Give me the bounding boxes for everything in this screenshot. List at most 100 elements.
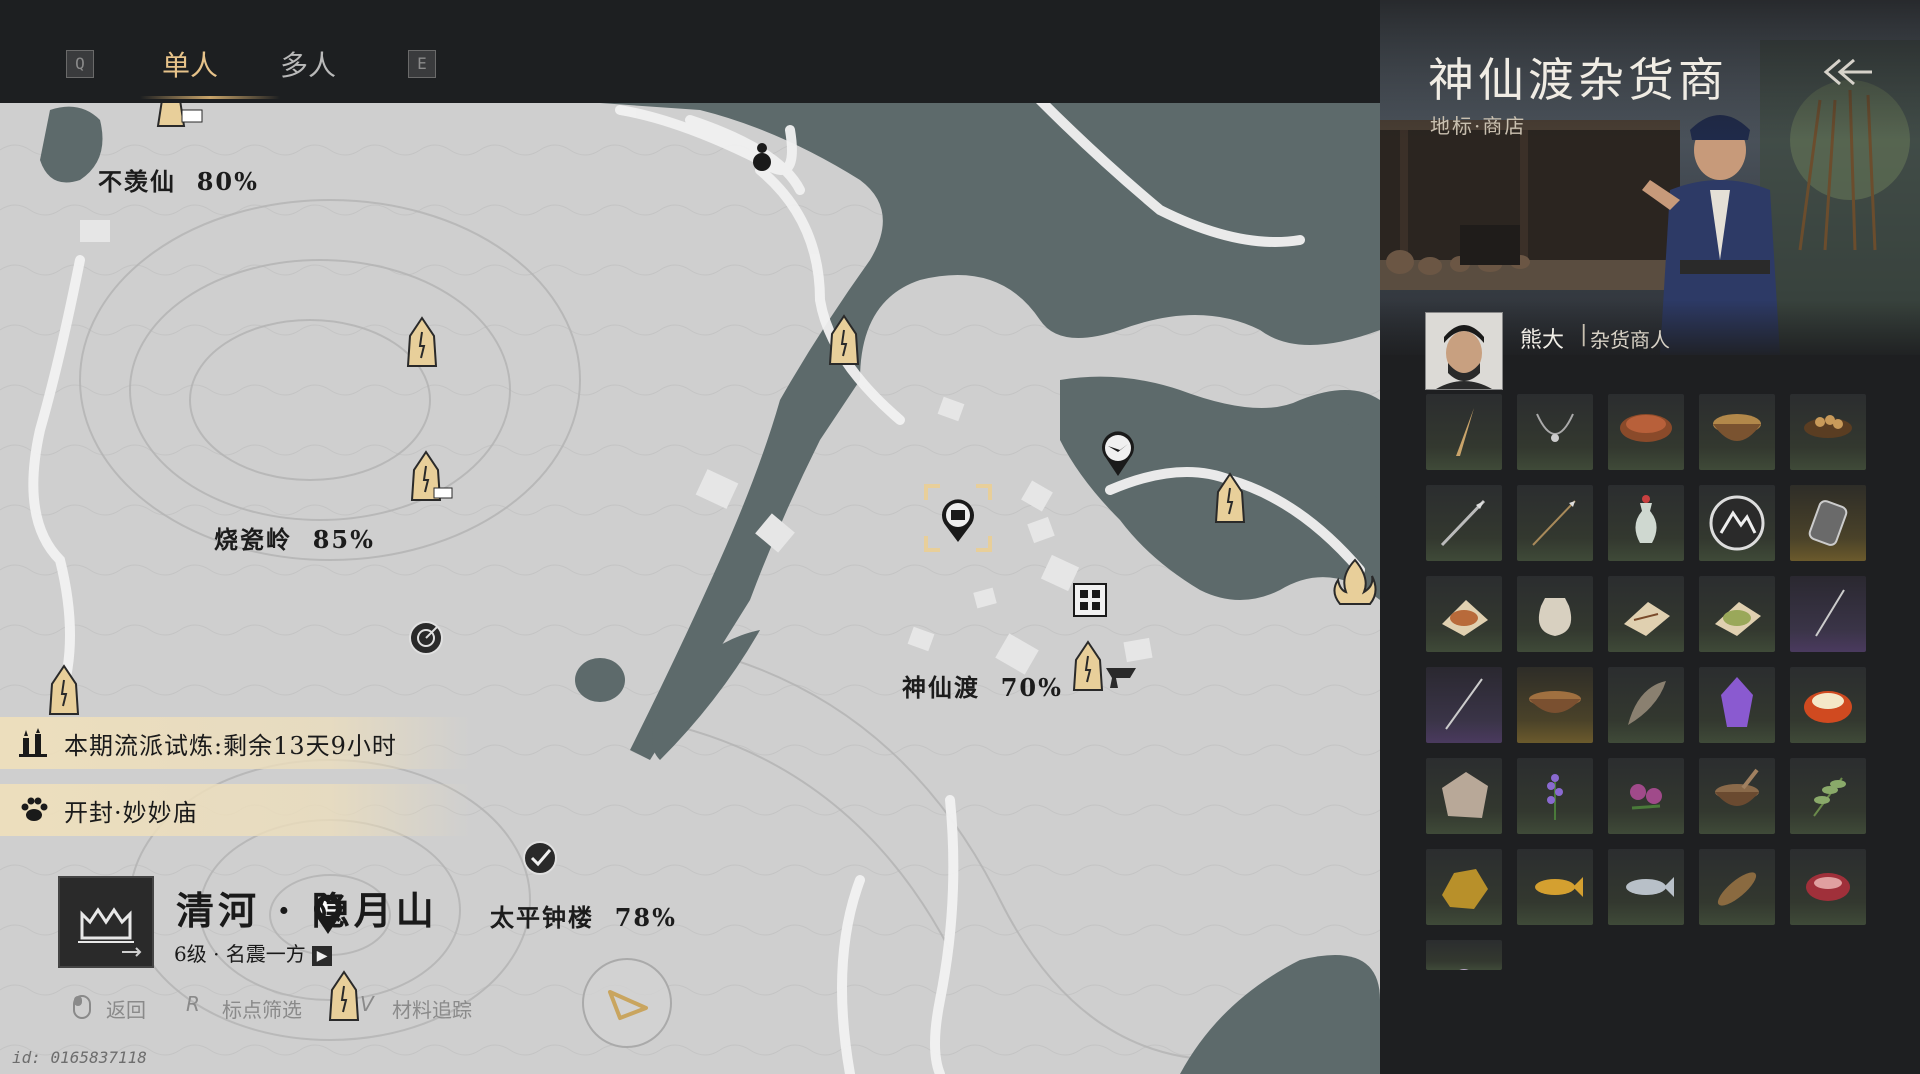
shop-item-slot[interactable] [1426, 849, 1502, 925]
carp-icon [1535, 877, 1583, 897]
candles-icon [18, 727, 50, 759]
shop-item-slot[interactable] [1608, 758, 1684, 834]
needle-icon [1815, 589, 1845, 637]
shop-item-slot[interactable] [1517, 667, 1593, 743]
shop-item-slot[interactable] [1608, 394, 1684, 470]
filter-hint[interactable]: 标点筛选 [222, 994, 302, 1023]
npc-role: 杂货商人 [1590, 328, 1670, 352]
spice-pile-icon [1442, 600, 1488, 636]
track-hint[interactable]: 材料追踪 [392, 994, 472, 1023]
wooden-bowl-icon [1529, 691, 1581, 713]
shop-item-slot[interactable] [1426, 485, 1502, 561]
navigation-arrow-icon [608, 990, 648, 1020]
mountain-token-icon [1709, 495, 1765, 551]
shop-item-slot[interactable] [1699, 667, 1775, 743]
stele-marker[interactable] [404, 450, 456, 506]
npc-name: 熊大 [1520, 328, 1565, 353]
meat-dish-icon [1620, 414, 1672, 442]
location-label-shaociling: 烧瓷岭 85% [214, 525, 375, 554]
shop-item-slot[interactable] [1517, 394, 1593, 470]
shop-item-slot[interactable] [1699, 576, 1775, 652]
shop-title: 神仙渡杂货商 [1428, 53, 1728, 107]
shop-item-slot[interactable] [1608, 485, 1684, 561]
raw-meat-icon [1806, 873, 1850, 901]
collapse-panel-icon[interactable] [1818, 52, 1874, 92]
chevron-right-icon[interactable]: ▶ [312, 945, 333, 966]
shop-item-slot[interactable] [1426, 758, 1502, 834]
target-marker[interactable] [406, 618, 446, 658]
shop-item-slot[interactable] [1790, 667, 1866, 743]
shop-subtitle: 地标·商店 [1430, 114, 1527, 138]
shop-item-slot[interactable] [1790, 394, 1866, 470]
herb-sprig-icon [1813, 777, 1846, 817]
shop-item-slot[interactable] [1426, 394, 1502, 470]
location-label-buxianxian: 不羡仙 80% [98, 167, 259, 196]
long-needle-icon [1445, 678, 1483, 730]
shop-item-slot[interactable] [1426, 940, 1502, 970]
gourd-marker[interactable] [748, 136, 776, 176]
shop-item-slot[interactable] [1517, 849, 1593, 925]
npc-avatar [1425, 312, 1503, 390]
next-tab-key[interactable]: E [408, 50, 436, 78]
campfire-marker[interactable] [1330, 556, 1380, 612]
stele-marker[interactable] [42, 664, 86, 720]
shop-item-slot[interactable] [1699, 394, 1775, 470]
paw-icon [18, 794, 50, 826]
stele-marker[interactable] [150, 100, 210, 134]
player-id: id: 0165837118 [12, 1048, 147, 1067]
event-banner-trial[interactable]: 本期流派试炼:剩余13天9小时 [0, 717, 470, 769]
shell-icon [1459, 969, 1469, 970]
egg-custard-icon [1804, 691, 1852, 723]
shop-item-slot[interactable] [1426, 576, 1502, 652]
amulet-icon [1808, 500, 1848, 546]
fang-icon [1456, 408, 1474, 456]
cloth-sack-icon [1538, 598, 1572, 636]
shop-item-slot[interactable] [1790, 758, 1866, 834]
map-tab-bar: Q 单人 多人 E [0, 0, 1380, 103]
shop-item-slot[interactable] [1699, 758, 1775, 834]
mortar-icon [1715, 768, 1759, 806]
shop-item-slot[interactable] [1790, 485, 1866, 561]
soup-bowl-icon [1713, 414, 1761, 441]
lavender-icon [1547, 774, 1563, 820]
event-banner-temple[interactable]: 开封·妙妙庙 [0, 784, 470, 836]
region-level: 6级 · 名震一方 ▶ [174, 938, 333, 967]
stele-marker[interactable] [1208, 472, 1252, 528]
event-banner-trial-text: 本期流派试炼:剩余13天9小时 [64, 731, 397, 760]
shop-item-slot[interactable] [1699, 849, 1775, 925]
shop-item-slot[interactable] [1790, 849, 1866, 925]
region-emblem[interactable] [58, 876, 154, 968]
mouse-icon [73, 995, 91, 1019]
shop-item-slot[interactable] [1426, 667, 1502, 743]
world-map[interactable]: 不羡仙 80% 烧瓷岭 85% 神仙渡 70% 太平钟楼 78% 本期流派试炼:… [0, 0, 1380, 1074]
bird-waypoint-marker[interactable] [1098, 430, 1138, 478]
stele-marker[interactable] [822, 314, 866, 370]
shop-item-slot[interactable] [1517, 758, 1593, 834]
shop-grid-marker[interactable] [1072, 582, 1108, 618]
prev-tab-key[interactable]: Q [66, 50, 94, 78]
locate-player-button[interactable] [582, 958, 672, 1048]
fish-icon [1626, 877, 1674, 897]
blacksmith-marker[interactable] [1066, 640, 1142, 696]
event-banner-temple-text: 开封·妙妙庙 [64, 798, 198, 827]
filter-key: R [186, 992, 200, 1016]
shop-panel: 神仙渡杂货商 地标·商店 熊大 | 杂货商人 [1380, 0, 1920, 1074]
stele-marker[interactable] [400, 316, 444, 372]
shop-item-slot[interactable] [1608, 849, 1684, 925]
shop-item-slot[interactable] [1517, 576, 1593, 652]
tab-multi-player[interactable]: 多人 [280, 44, 336, 84]
shop-item-slot[interactable] [1517, 485, 1593, 561]
shop-item-slot[interactable] [1608, 667, 1684, 743]
shop-item-slot[interactable] [1699, 485, 1775, 561]
location-label-taipingzhonglou: 太平钟楼 78% [490, 903, 677, 932]
shop-item-slot[interactable] [1608, 576, 1684, 652]
recipe-scroll-icon [1624, 602, 1670, 636]
check-marker[interactable] [520, 838, 560, 878]
hide-icon [1442, 772, 1488, 818]
back-hint[interactable]: 返回 [106, 994, 146, 1023]
shop-item-slot[interactable] [1790, 576, 1866, 652]
selected-shop-marker[interactable] [922, 482, 994, 554]
spear-icon [1440, 499, 1486, 547]
tab-single-player[interactable]: 单人 [162, 44, 218, 84]
amethyst-icon [1721, 677, 1753, 727]
